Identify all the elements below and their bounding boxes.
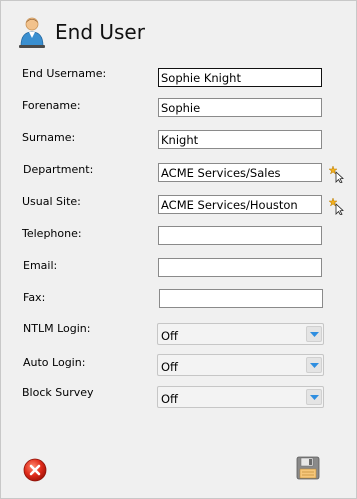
chevron-down-icon[interactable] [306, 357, 322, 373]
surname-label: Surname: [22, 131, 76, 144]
ntlm-login-label: NTLM Login: [23, 322, 91, 335]
page-title: End User [55, 20, 145, 44]
lookup-icon[interactable] [328, 197, 344, 215]
department-input[interactable] [158, 163, 322, 182]
forename-input[interactable] [158, 98, 322, 117]
ntlm-login-select[interactable]: Off [157, 323, 324, 345]
cancel-icon[interactable] [23, 458, 47, 482]
row-department: Department: [1, 163, 357, 185]
department-label: Department: [23, 163, 94, 176]
ntlm-login-value: Off [161, 329, 178, 343]
end-user-panel: End User End Username: Forename: Surname… [0, 0, 357, 499]
email-input[interactable] [158, 258, 322, 277]
telephone-label: Telephone: [22, 227, 82, 240]
chevron-down-icon[interactable] [306, 326, 322, 342]
auto-login-select[interactable]: Off [157, 354, 324, 376]
row-email: Email: [1, 258, 357, 281]
row-forename: Forename: [1, 98, 357, 121]
fax-input[interactable] [159, 289, 323, 308]
usual-site-input[interactable] [158, 195, 322, 214]
fax-label: Fax: [23, 291, 46, 304]
end-username-input[interactable] [158, 68, 322, 87]
row-telephone: Telephone: [1, 226, 357, 249]
block-survey-label: Block Survey [22, 386, 94, 399]
usual-site-label: Usual Site: [22, 195, 81, 208]
row-surname: Surname: [1, 130, 357, 153]
block-survey-value: Off [161, 392, 178, 406]
user-icon [19, 17, 45, 48]
header: End User [19, 15, 145, 49]
row-block-survey: Block Survey Off [1, 386, 357, 408]
row-fax: Fax: [1, 289, 357, 313]
surname-input[interactable] [158, 130, 322, 149]
forename-label: Forename: [22, 99, 81, 112]
email-label: Email: [23, 259, 58, 272]
row-end-username: End Username: [1, 67, 357, 89]
lookup-icon[interactable] [328, 165, 344, 183]
telephone-input[interactable] [158, 226, 322, 245]
auto-login-label: Auto Login: [23, 356, 86, 369]
row-auto-login: Auto Login: Off [1, 354, 357, 376]
chevron-down-icon[interactable] [306, 389, 322, 405]
row-usual-site: Usual Site: [1, 195, 357, 217]
auto-login-value: Off [161, 360, 178, 374]
block-survey-select[interactable]: Off [157, 386, 324, 408]
save-icon[interactable] [296, 456, 320, 480]
row-ntlm-login: NTLM Login: Off [1, 322, 357, 345]
end-username-label: End Username: [22, 67, 107, 80]
